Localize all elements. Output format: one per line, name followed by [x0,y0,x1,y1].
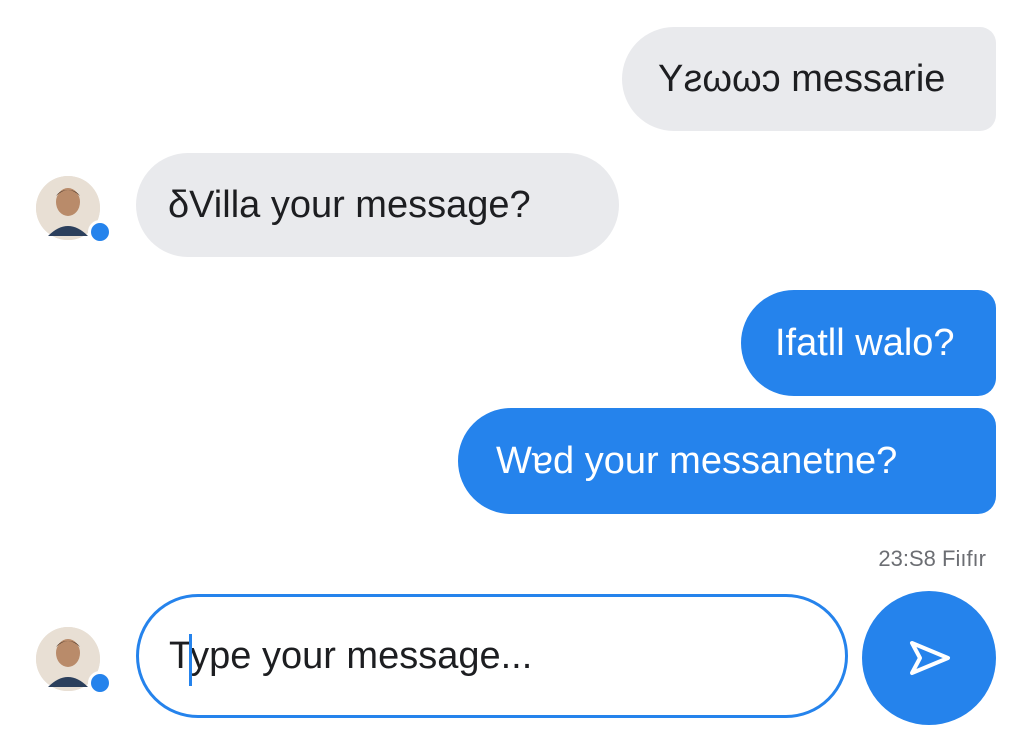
avatar[interactable] [36,627,112,695]
message-timestamp: 23:S8 Fiıfır [878,546,986,571]
message-bubble-outgoing: Wɐd your messanetne? [458,408,996,514]
message-text: Yƨωωɔ messarie [658,57,946,100]
message-text: Wɐd your messanetne? [496,439,898,482]
message-bubble-incoming: δVilla your message? [136,153,619,257]
text-cursor [189,634,192,686]
message-text: Ifatll walo? [775,321,955,364]
avatar[interactable] [36,176,112,244]
chat-screen: Yƨωωɔ messarie δVilla your message? Ifat… [0,0,1024,747]
message-input[interactable] [169,597,809,715]
message-bubble-outgoing: Yƨωωɔ messarie [622,27,996,131]
message-bubble-outgoing: Ifatll walo? [741,290,996,396]
online-status-dot [88,671,112,695]
send-button[interactable] [862,591,996,725]
message-composer[interactable] [136,594,848,718]
online-status-dot [88,220,112,244]
message-text: δVilla your message? [168,183,531,226]
send-arrow-icon [910,641,950,675]
